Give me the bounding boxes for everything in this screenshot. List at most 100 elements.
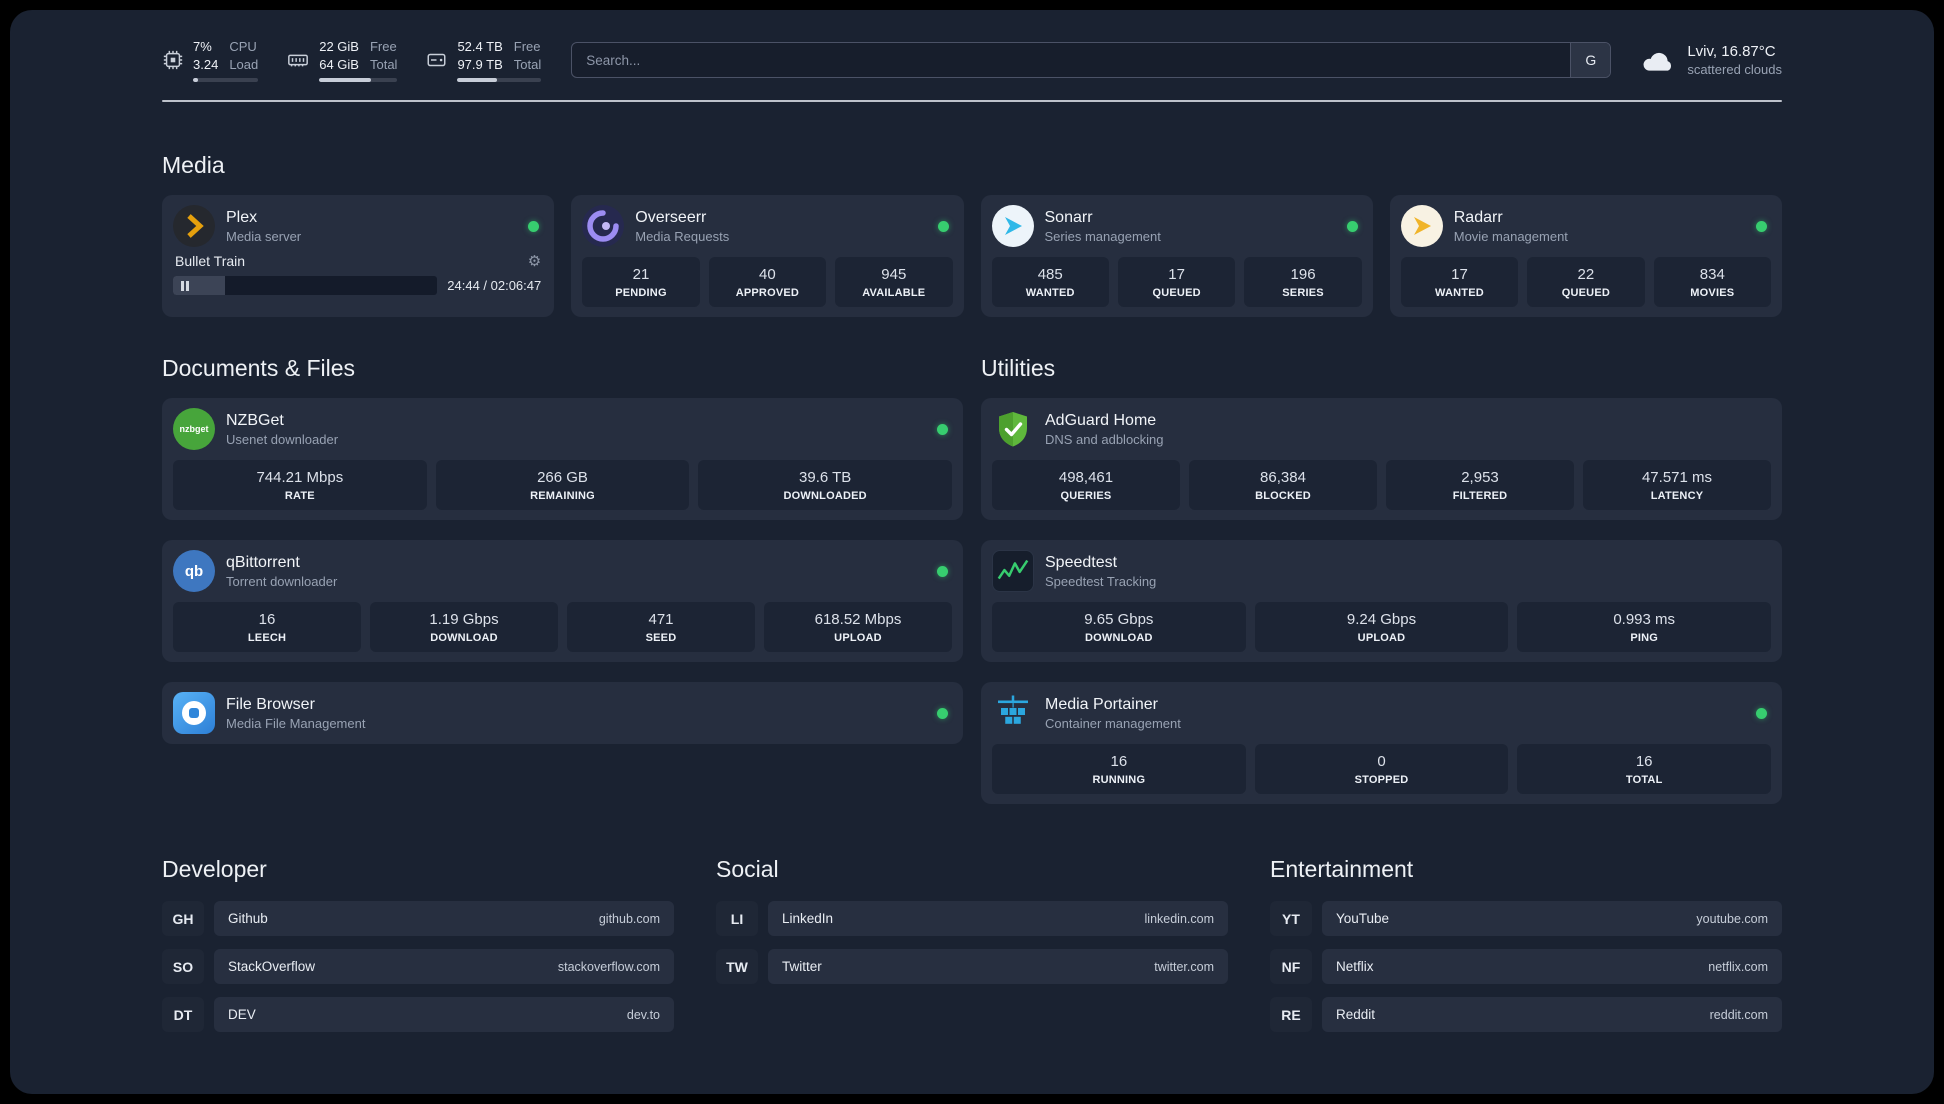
bookmarks-section: Developer GH Github github.com SO StackO…: [162, 856, 1782, 1075]
stat-tile: 22 QUEUED: [1527, 257, 1645, 308]
app-name: Overseerr: [635, 208, 707, 226]
ram-usage-bar: [319, 78, 398, 83]
app-subtitle: DNS and adblocking: [1045, 431, 1164, 447]
nzbget-icon: nzbget: [173, 408, 215, 451]
section-title-developer: Developer: [162, 856, 267, 883]
bookmark-row: GH Github github.com: [162, 901, 674, 937]
app-subtitle: Usenet downloader: [226, 431, 339, 447]
app-card-nzbget[interactable]: nzbget NZBGet Usenet downloader 744.21 M…: [162, 398, 963, 521]
bookmark-link-dev[interactable]: DEV dev.to: [214, 997, 674, 1033]
filebrowser-icon: [173, 692, 215, 735]
playback-time: 24:44 / 02:06:47: [447, 278, 542, 294]
overseerr-icon: [582, 205, 625, 248]
app-card-speedtest[interactable]: Speedtest Speedtest Tracking 9.65 Gbps D…: [981, 540, 1782, 663]
app-card-overseerr[interactable]: Overseerr Media Requests 21 PENDING 40 A…: [571, 195, 964, 318]
bookmark-link-linkedin[interactable]: LinkedIn linkedin.com: [768, 901, 1228, 937]
bookmark-abbr: GH: [162, 901, 204, 937]
app-name: File Browser: [226, 695, 315, 713]
stat-tile: 1.19 Gbps DOWNLOAD: [370, 602, 558, 653]
app-card-plex[interactable]: Plex Media server Bullet Train ⚙ 24:44 /…: [162, 195, 555, 318]
app-card-radarr[interactable]: Radarr Movie management 17 WANTED 22 QUE…: [1389, 195, 1782, 318]
bookmark-abbr: NF: [1270, 949, 1312, 985]
status-dot: [1346, 220, 1358, 232]
bookmark-abbr: DT: [162, 997, 204, 1033]
now-playing-widget: Bullet Train ⚙ 24:44 / 02:06:47: [173, 252, 543, 296]
cpu-icon: [163, 50, 183, 70]
app-subtitle: Torrent downloader: [226, 573, 338, 589]
app-name: AdGuard Home: [1045, 411, 1157, 429]
app-subtitle: Speedtest Tracking: [1045, 573, 1157, 589]
stat-tile: 498,461 QUERIES: [992, 460, 1180, 511]
system-metrics: 7% 3.24 CPU Load 22 GiB 64 GiB Free Tota…: [162, 38, 542, 83]
section-title-entertainment: Entertainment: [1270, 856, 1414, 883]
topbar-divider: [162, 100, 1782, 103]
cpu-load-value: 3.24: [193, 56, 219, 72]
status-dot: [937, 565, 948, 577]
bookmark-link-netflix[interactable]: Netflix netflix.com: [1322, 949, 1782, 985]
cpu-percent: 7%: [193, 39, 212, 54]
bookmark-abbr: YT: [1270, 901, 1312, 937]
ram-icon: [288, 54, 309, 67]
app-name: Media Portainer: [1045, 695, 1158, 713]
search-input[interactable]: [571, 42, 1612, 79]
pause-icon[interactable]: [181, 280, 189, 291]
bookmark-row: YT YouTube youtube.com: [1270, 901, 1782, 937]
bookmark-link-stackoverflow[interactable]: StackOverflow stackoverflow.com: [214, 949, 674, 985]
app-subtitle: Media server: [226, 228, 302, 244]
bookmark-link-twitter[interactable]: Twitter twitter.com: [768, 949, 1228, 985]
disk-free-label: Free: [513, 39, 541, 54]
bookmark-abbr: SO: [162, 949, 204, 985]
search-engine-button[interactable]: G: [1570, 43, 1611, 78]
app-card-portainer[interactable]: Media Portainer Container management 16 …: [981, 682, 1782, 805]
bookmark-row: NF Netflix netflix.com: [1270, 949, 1782, 985]
app-card-adguard[interactable]: AdGuard Home DNS and adblocking 498,461 …: [981, 398, 1782, 521]
app-name: Radarr: [1453, 208, 1503, 226]
stat-tile: 471 SEED: [567, 602, 755, 653]
screen: 7% 3.24 CPU Load 22 GiB 64 GiB Free Tota…: [0, 0, 1944, 1104]
bookmark-row: RE Reddit reddit.com: [1270, 997, 1782, 1033]
ram-total-label: Total: [369, 56, 398, 72]
media-section: Plex Media server Bullet Train ⚙ 24:44 /…: [162, 195, 1782, 318]
bookmark-abbr: RE: [1270, 997, 1312, 1033]
portainer-icon: [992, 692, 1034, 734]
stat-tile: 17 QUEUED: [1117, 257, 1236, 308]
bookmark-link-github[interactable]: Github github.com: [214, 901, 674, 937]
status-dot: [937, 220, 949, 232]
bookmark-link-youtube[interactable]: YouTube youtube.com: [1322, 901, 1782, 937]
stat-tile: 16 RUNNING: [992, 744, 1246, 795]
playback-progress-bar[interactable]: [173, 276, 438, 296]
bookmark-link-reddit[interactable]: Reddit reddit.com: [1322, 997, 1782, 1033]
gear-icon[interactable]: ⚙: [528, 252, 541, 270]
section-title-utilities: Utilities: [981, 355, 1056, 382]
cpu-metric: 7% 3.24 CPU Load: [162, 38, 259, 83]
stat-tile: 2,953 FILTERED: [1386, 460, 1574, 511]
ram-total-value: 64 GiB: [319, 56, 359, 72]
topbar: 7% 3.24 CPU Load 22 GiB 64 GiB Free Tota…: [162, 38, 1782, 83]
radarr-icon: [1400, 205, 1443, 248]
documents-section: Documents & Files nzbget NZBGet Usenet d…: [162, 355, 963, 804]
stat-tile: 196 SERIES: [1244, 257, 1362, 308]
section-title-media: Media: [162, 152, 225, 179]
app-card-sonarr[interactable]: Sonarr Series management 485 WANTED 17 Q…: [980, 195, 1373, 318]
stat-tile: 834 MOVIES: [1653, 257, 1772, 308]
stat-tile: 945 AVAILABLE: [835, 257, 953, 308]
bookmark-abbr: LI: [716, 901, 758, 937]
app-card-filebrowser[interactable]: File Browser Media File Management: [162, 682, 963, 745]
stat-tile: 485 WANTED: [991, 257, 1109, 308]
bookmark-row: TW Twitter twitter.com: [716, 949, 1228, 985]
status-dot: [1756, 220, 1767, 232]
bookmark-group-developer: Developer GH Github github.com SO StackO…: [162, 856, 674, 1045]
cpu-usage-bar: [193, 78, 259, 83]
app-card-qbittorrent[interactable]: qb qBittorrent Torrent downloader 16 LEE…: [162, 540, 963, 663]
stat-tile: 16 LEECH: [173, 602, 361, 653]
stat-tile: 9.24 Gbps UPLOAD: [1254, 602, 1509, 653]
stat-tile: 40 APPROVED: [708, 257, 827, 308]
stat-tile: 744.21 Mbps RATE: [173, 460, 427, 511]
bookmark-group-social: Social LI LinkedIn linkedin.com TW Twitt…: [716, 856, 1228, 1045]
bookmark-row: DT DEV dev.to: [162, 997, 674, 1033]
now-playing-title: Bullet Train: [175, 253, 246, 270]
app-name: Speedtest: [1045, 553, 1118, 571]
stat-tile: 86,384 BLOCKED: [1189, 460, 1377, 511]
app-name: qBittorrent: [226, 553, 300, 571]
ram-metric: 22 GiB 64 GiB Free Total: [286, 38, 398, 83]
